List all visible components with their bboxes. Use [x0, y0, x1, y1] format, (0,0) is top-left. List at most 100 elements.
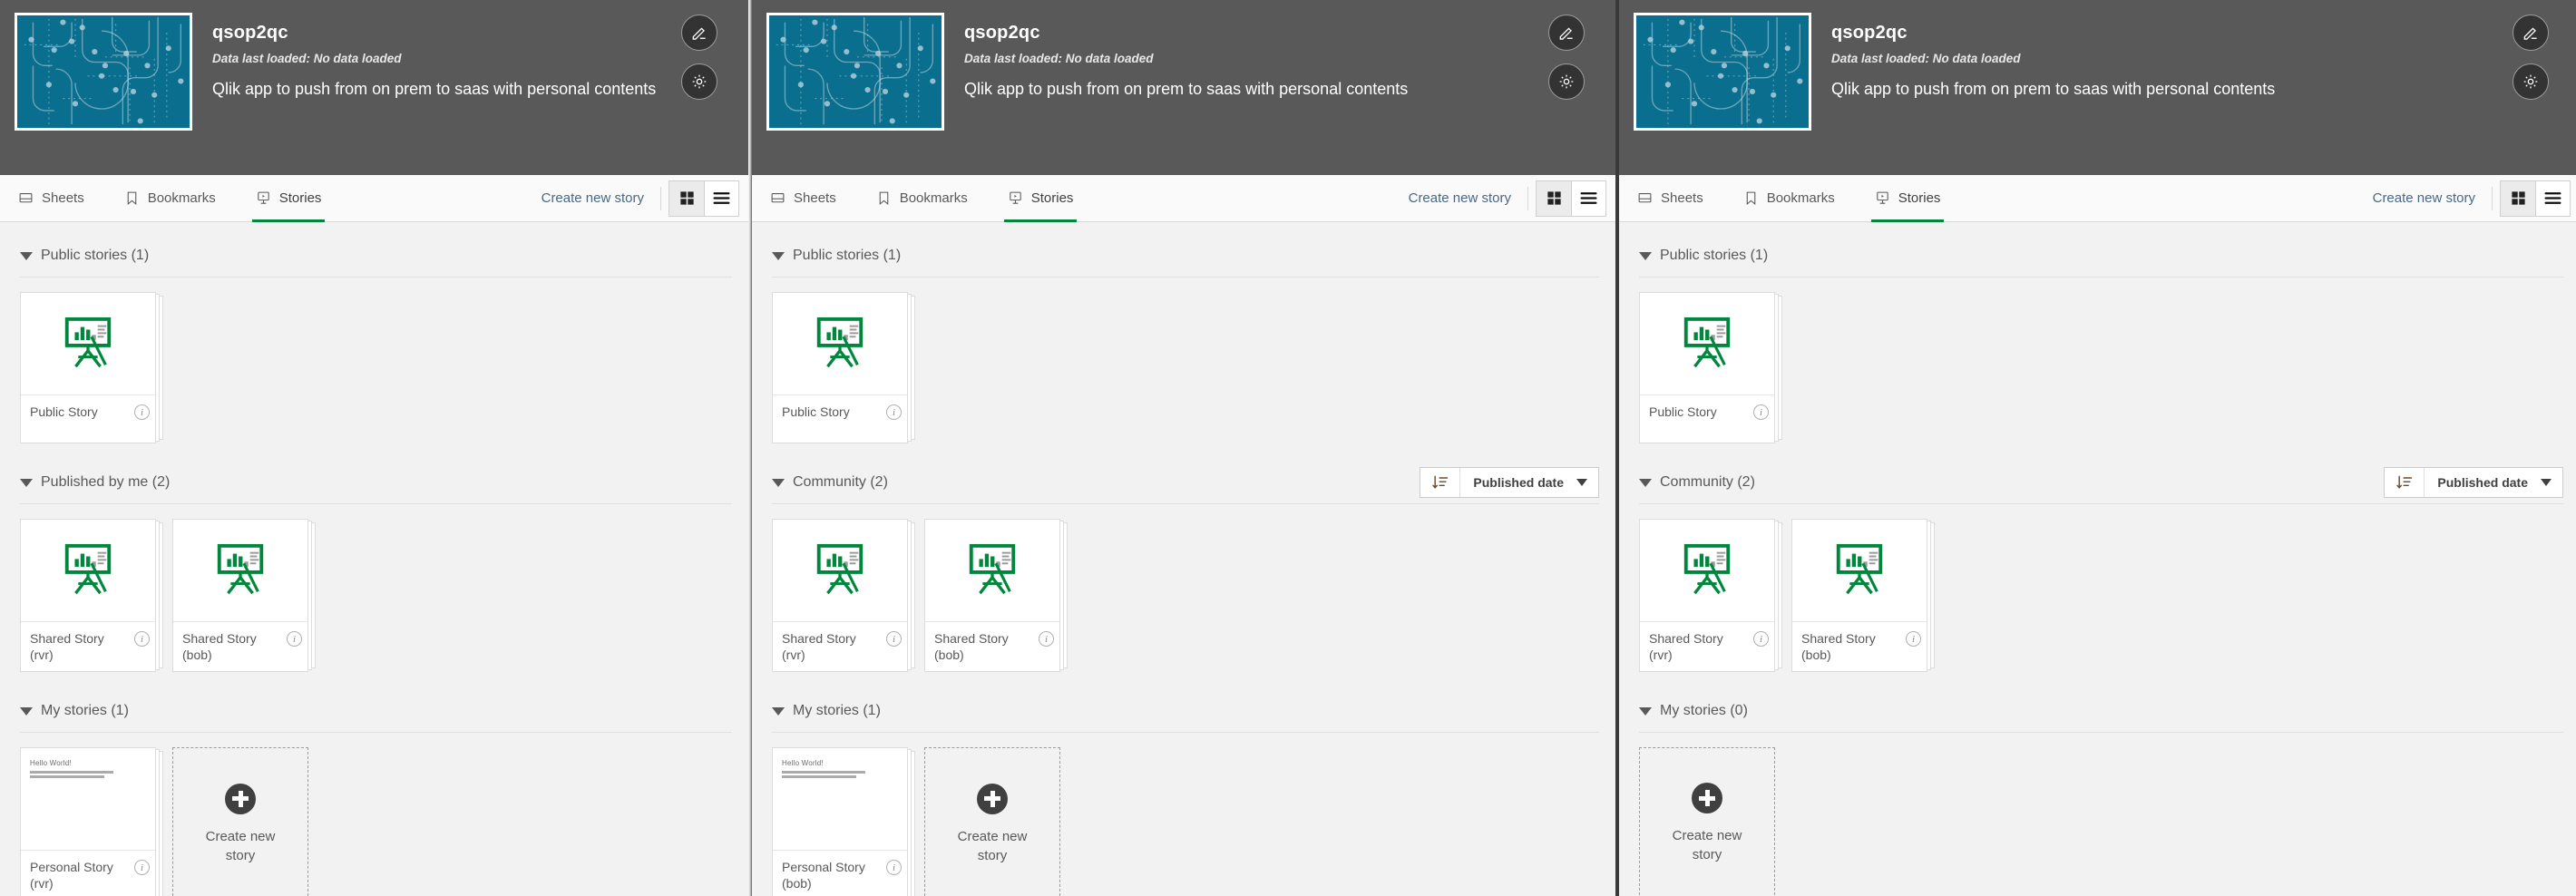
story-card-thumbnail [1640, 293, 1774, 395]
create-new-story-card[interactable]: Create new story [172, 747, 308, 896]
app-meta: qsop2qc Data last loaded: No data loaded Q… [1831, 13, 2275, 99]
tab-sheets[interactable]: Sheets [15, 175, 104, 221]
section-header[interactable]: Published by me (2) [20, 469, 748, 496]
edit-app-button[interactable] [2513, 15, 2549, 51]
story-card[interactable]: Public Story i [20, 292, 156, 443]
grid-view-button[interactable] [669, 180, 704, 216]
sheet-icon [19, 193, 33, 203]
create-new-story-link[interactable]: Create new story [2364, 190, 2492, 206]
story-card-list: Shared Story (rvr) i Shared Story (bob) i [1639, 515, 2576, 672]
story-card[interactable]: Shared Story (bob) i [924, 519, 1060, 672]
sort-field-dropdown[interactable]: Published date [2425, 468, 2562, 497]
info-icon[interactable]: i [287, 631, 302, 647]
grid-view-button[interactable] [1537, 180, 1571, 216]
story-card[interactable]: Shared Story (rvr) i [1639, 519, 1775, 672]
info-icon[interactable]: i [886, 631, 902, 647]
tab-stories[interactable]: Stories [1870, 175, 1961, 222]
story-card[interactable]: Shared Story (rvr) i [772, 519, 908, 672]
story-card-footer: Shared Story (bob) i [925, 622, 1059, 671]
story-card[interactable]: Shared Story (bob) i [172, 519, 308, 672]
sort-direction-button[interactable] [2385, 468, 2425, 497]
tab-label: Sheets [42, 190, 84, 206]
app-toolbar: Sheets Bookmarks Stories Create new story [0, 175, 748, 222]
create-new-story-card[interactable]: Create new story [1639, 747, 1775, 896]
create-new-story-link[interactable]: Create new story [532, 190, 660, 206]
sort-field-dropdown[interactable]: Published date [1460, 468, 1598, 497]
caret-down-icon [1639, 706, 1652, 716]
info-icon[interactable]: i [134, 860, 150, 875]
edit-app-button[interactable] [681, 15, 717, 51]
story-card[interactable]: Public Story i [1639, 292, 1775, 443]
edit-app-button[interactable] [1548, 15, 1585, 51]
story-card[interactable]: Hello World! Personal Story (rvr) i [20, 747, 156, 896]
story-card-thumbnail [773, 293, 907, 395]
create-new-story-card[interactable]: Create new story [924, 747, 1060, 896]
info-icon[interactable]: i [1039, 631, 1054, 647]
section-header[interactable]: Public stories (1) [772, 242, 1615, 269]
grid-view-icon [2511, 191, 2525, 205]
sort-control: Published date [1420, 467, 1599, 498]
section-title: Community (2) [793, 474, 888, 490]
app-title: qsop2qc [964, 23, 1040, 43]
app-header: qsop2qc Data last loaded: No data loaded Q… [1619, 0, 2576, 175]
tab-stories[interactable]: Stories [1003, 175, 1094, 222]
list-view-button[interactable] [2535, 180, 2570, 216]
create-new-story-link[interactable]: Create new story [1400, 190, 1527, 206]
list-view-button[interactable] [704, 180, 738, 216]
section-divider [772, 277, 1599, 278]
app-settings-button[interactable] [2513, 63, 2549, 100]
section-title: Public stories (1) [41, 248, 150, 263]
info-icon[interactable]: i [134, 631, 150, 647]
list-view-icon [1580, 192, 1597, 204]
story-card[interactable]: Shared Story (bob) i [1791, 519, 1927, 672]
section-header[interactable]: Public stories (1) [20, 242, 748, 269]
view-toggle [2500, 180, 2571, 217]
info-icon[interactable]: i [1753, 404, 1769, 420]
section-title: Public stories (1) [793, 248, 902, 263]
story-card[interactable]: Hello World! Personal Story (bob) i [772, 747, 908, 896]
tab-sheets[interactable]: Sheets [766, 175, 856, 221]
info-icon[interactable]: i [1753, 631, 1769, 647]
tab-stories[interactable]: Stories [251, 175, 342, 222]
info-icon[interactable]: i [886, 860, 902, 875]
sort-direction-button[interactable] [1420, 468, 1461, 497]
info-icon[interactable]: i [134, 404, 150, 420]
tab-label: Stories [1030, 190, 1074, 206]
grid-view-button[interactable] [2501, 180, 2535, 216]
story-easel-icon [969, 543, 1016, 595]
stories-body: Public stories (1) Public Story i Communit… [1619, 222, 2576, 896]
tab-label: Sheets [794, 190, 836, 206]
section-title: Public stories (1) [1660, 248, 1769, 263]
app-settings-button[interactable] [681, 63, 717, 100]
story-preview-line [782, 771, 866, 774]
tab-bookmarks[interactable]: Bookmarks [1740, 175, 1855, 221]
story-card-footer: Shared Story (bob) i [1792, 622, 1927, 671]
story-card-name: Public Story [1649, 404, 1717, 419]
app-thumbnail [1634, 13, 1811, 131]
info-icon[interactable]: i [1906, 631, 1921, 647]
list-view-button[interactable] [1571, 180, 1605, 216]
story-text-preview: Hello World! [773, 748, 907, 850]
list-view-icon [2544, 192, 2561, 204]
tab-bookmarks[interactable]: Bookmarks [121, 175, 236, 221]
bookmark-icon [879, 191, 888, 206]
tab-sheets[interactable]: Sheets [1634, 175, 1723, 221]
sheet-icon [1638, 193, 1652, 203]
info-icon[interactable]: i [886, 404, 902, 420]
section-header[interactable]: My stories (0) [1639, 697, 2576, 725]
tab-bookmarks[interactable]: Bookmarks [873, 175, 988, 221]
stories-section: Public stories (1) Public Story i [1639, 242, 2576, 463]
section-header[interactable]: Public stories (1) [1639, 242, 2576, 269]
app-toolbar: Sheets Bookmarks Stories Create new story [1619, 175, 2576, 222]
view-toggle [1536, 180, 1606, 217]
story-card[interactable]: Public Story i [772, 292, 908, 443]
section-header[interactable]: My stories (1) [772, 697, 1615, 725]
caret-down-icon [20, 251, 33, 260]
create-new-story-card-label: Create new story [1672, 828, 1742, 862]
story-card-footer: Personal Story (rvr) i [21, 851, 155, 896]
stories-section: Published by me (2) Shared Story (rvr) i [20, 469, 748, 692]
app-settings-button[interactable] [1548, 63, 1585, 100]
story-card[interactable]: Shared Story (rvr) i [20, 519, 156, 672]
section-header[interactable]: My stories (1) [20, 697, 748, 725]
